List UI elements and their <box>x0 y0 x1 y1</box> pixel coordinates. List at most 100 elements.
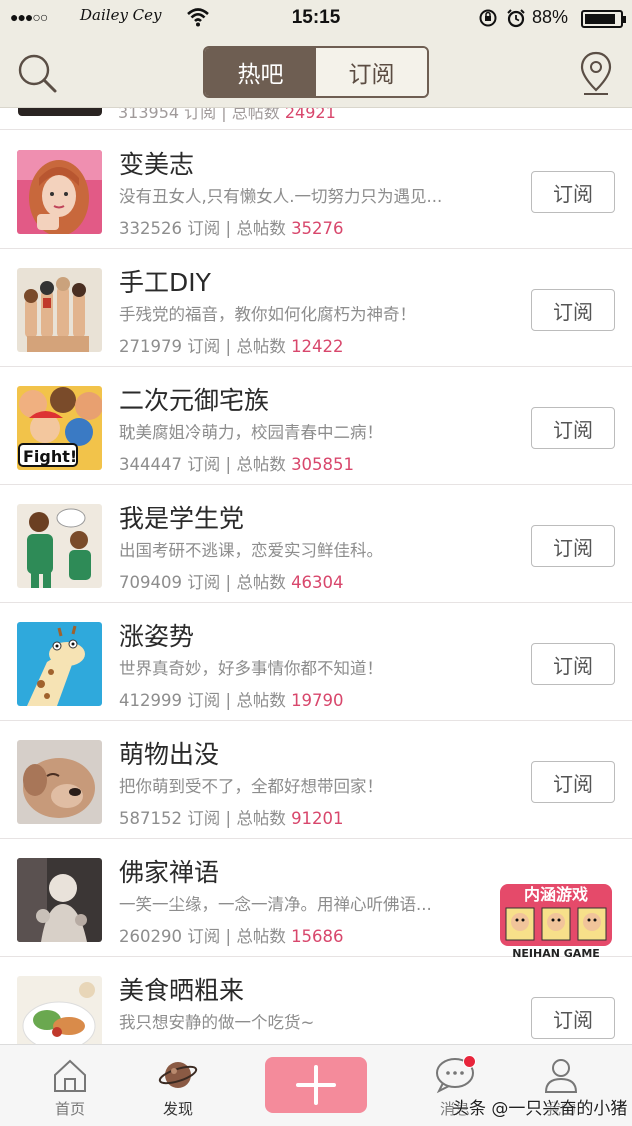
svg-text:Fight!: Fight! <box>23 447 77 466</box>
bar-title: 我是学生党 <box>119 504 245 533</box>
subscribe-button[interactable]: 订阅 <box>531 171 615 213</box>
subscriber-count: 313954 <box>118 108 180 122</box>
bar-title: 萌物出没 <box>119 740 220 769</box>
post-count: 24921 <box>284 108 336 122</box>
bar-stats: 332526 订阅 | 总帖数 35276 <box>119 215 344 239</box>
subscriber-count: 332526 <box>119 219 182 238</box>
subscribe-button[interactable]: 订阅 <box>531 525 615 567</box>
bar-description: 一笑一尘缘，一念一清净。用禅心听佛语... <box>119 895 432 914</box>
list-item[interactable]: 涨姿势 世界真奇妙，好多事情你都不知道！ 412999 订阅 | 总帖数 197… <box>0 603 632 721</box>
list-item[interactable]: 萌物出没 把你萌到受不了，全都好想带回家！ 587152 订阅 | 总帖数 91… <box>0 721 632 839</box>
bar-description: 我只想安静的做一个吃货~ <box>119 1013 315 1032</box>
post-count: 12422 <box>291 337 344 356</box>
list-item[interactable]: Fight! 二次元御宅族 耽美腐姐冷萌力，校园青春中二病！ 344447 订阅… <box>0 367 632 485</box>
subscriber-count: 271979 <box>119 337 182 356</box>
post-button[interactable] <box>265 1057 367 1113</box>
stats-separator: | <box>225 573 232 592</box>
location-pin-icon[interactable] <box>578 50 614 96</box>
subscriber-count: 260290 <box>119 927 182 946</box>
subscribe-button[interactable]: 订阅 <box>531 407 615 449</box>
bar-thumbnail <box>17 268 102 352</box>
bar-thumbnail <box>18 108 102 116</box>
stats-separator: | <box>225 691 232 710</box>
bar-stats: 709409 订阅 | 总帖数 46304 <box>119 569 344 593</box>
bar-stats: 344447 订阅 | 总帖数 305851 <box>119 451 354 475</box>
tab-discover[interactable]: 发现 <box>133 1055 223 1125</box>
tab-discover-label: 发现 <box>162 1100 193 1118</box>
bar-title: 二次元御宅族 <box>119 386 270 415</box>
neihan-game-badge[interactable]: 内涵游戏 NEIHAN GAME <box>494 876 618 960</box>
bar-thumbnail <box>17 858 102 942</box>
subscriber-label: 订阅 <box>187 691 221 710</box>
bar-stats: 412999 订阅 | 总帖数 19790 <box>119 687 344 711</box>
subscriber-label: 订阅 <box>187 219 221 238</box>
posts-label: 总帖数 <box>236 219 286 238</box>
bar-stats: 587152 订阅 | 总帖数 91201 <box>119 805 344 829</box>
bar-description: 出国考研不逃课，恋爱实习鲜佳科。 <box>119 541 383 560</box>
subscriber-count: 587152 <box>119 809 182 828</box>
subscribe-button[interactable]: 订阅 <box>531 761 615 803</box>
posts-label: 总帖数 <box>236 927 286 946</box>
source-watermark: 头条 @一只兴奋的小猪 <box>452 1099 628 1119</box>
plus-icon <box>296 1065 336 1105</box>
unread-dot <box>463 1055 476 1068</box>
list-item[interactable]: 手工DIY 手残党的福音，教你如何化腐朽为神奇！ 271979 订阅 | 总帖数… <box>0 249 632 367</box>
game-badge-caption: NEIHAN GAME <box>512 947 600 960</box>
bar-description: 把你萌到受不了，全都好想带回家！ <box>119 777 383 796</box>
posts-label: 总帖数 <box>236 809 286 828</box>
bar-thumbnail <box>17 622 102 706</box>
bar-description: 没有丑女人,只有懒女人.一切努力只为遇见... <box>119 187 443 206</box>
post-count: 15686 <box>291 927 344 946</box>
posts-label: 总帖数 <box>236 573 286 592</box>
post-count: 35276 <box>291 219 344 238</box>
bar-title: 手工DIY <box>119 268 211 297</box>
stats-separator: | <box>225 219 232 238</box>
subscribe-button[interactable]: 订阅 <box>531 289 615 331</box>
user-icon <box>544 1059 578 1093</box>
status-bar: ●●●○○ Dailey Cey 15:15 88% <box>0 0 632 36</box>
tab-hot-bars[interactable]: 热吧 <box>205 48 316 96</box>
list-item[interactable]: 变美志 没有丑女人,只有懒女人.一切努力只为遇见... 332526 订阅 | … <box>0 131 632 249</box>
tab-subscriptions[interactable]: 订阅 <box>316 48 427 96</box>
subscribe-button[interactable]: 订阅 <box>531 997 615 1039</box>
bar-title: 佛家禅语 <box>119 858 220 887</box>
subscribe-button[interactable]: 订阅 <box>531 643 615 685</box>
game-badge-title: 内涵游戏 <box>524 885 588 904</box>
bar-thumbnail <box>17 976 102 1044</box>
posts-label: 总帖数 <box>236 337 286 356</box>
battery-icon <box>581 10 626 28</box>
stats-separator: | <box>225 455 232 474</box>
subscriber-label: 订阅 <box>187 455 221 474</box>
bar-stats: 260290 订阅 | 总帖数 15686 <box>119 923 344 947</box>
rotation-lock-icon <box>478 8 498 33</box>
subscriber-count: 709409 <box>119 573 182 592</box>
subscriber-label: 订阅 <box>187 337 221 356</box>
post-count: 305851 <box>291 455 355 474</box>
post-count: 19790 <box>291 691 344 710</box>
bar-title: 变美志 <box>119 150 195 179</box>
battery-level <box>585 14 615 24</box>
bar-description: 世界真奇妙，好多事情你都不知道！ <box>119 659 383 678</box>
tab-home-label: 首页 <box>54 1100 85 1118</box>
tab-home[interactable]: 首页 <box>25 1055 115 1125</box>
alarm-icon <box>506 8 526 33</box>
list-item[interactable]: 我是学生党 出国考研不逃课，恋爱实习鲜佳科。 709409 订阅 | 总帖数 4… <box>0 485 632 603</box>
list-item[interactable]: 313954 订阅 | 总帖数 24921 <box>0 108 632 130</box>
list-item[interactable]: 美食晒粗来 我只想安静的做一个吃货~ 订阅 <box>0 957 632 1044</box>
bar-stats: 271979 订阅 | 总帖数 12422 <box>119 333 344 357</box>
subscriber-label: 订阅 <box>184 108 217 122</box>
stats-separator: | <box>225 809 232 828</box>
home-icon <box>54 1059 86 1092</box>
battery-percent: 88% <box>532 7 569 27</box>
bar-thumbnail: Fight! <box>17 386 102 470</box>
nav-bar: 热吧 订阅 <box>0 36 632 108</box>
subscriber-label: 订阅 <box>187 809 221 828</box>
segmented-control: 热吧 订阅 <box>203 46 429 98</box>
search-icon[interactable] <box>16 52 58 94</box>
bar-thumbnail <box>17 740 102 824</box>
app-screen: ●●●○○ Dailey Cey 15:15 88% 热吧 订阅 313954 … <box>0 0 632 1126</box>
bar-title: 美食晒粗来 <box>119 976 245 1005</box>
bar-stats: 313954 订阅 | 总帖数 24921 <box>118 108 336 123</box>
subscriber-count: 412999 <box>119 691 182 710</box>
subscriber-label: 订阅 <box>187 573 221 592</box>
